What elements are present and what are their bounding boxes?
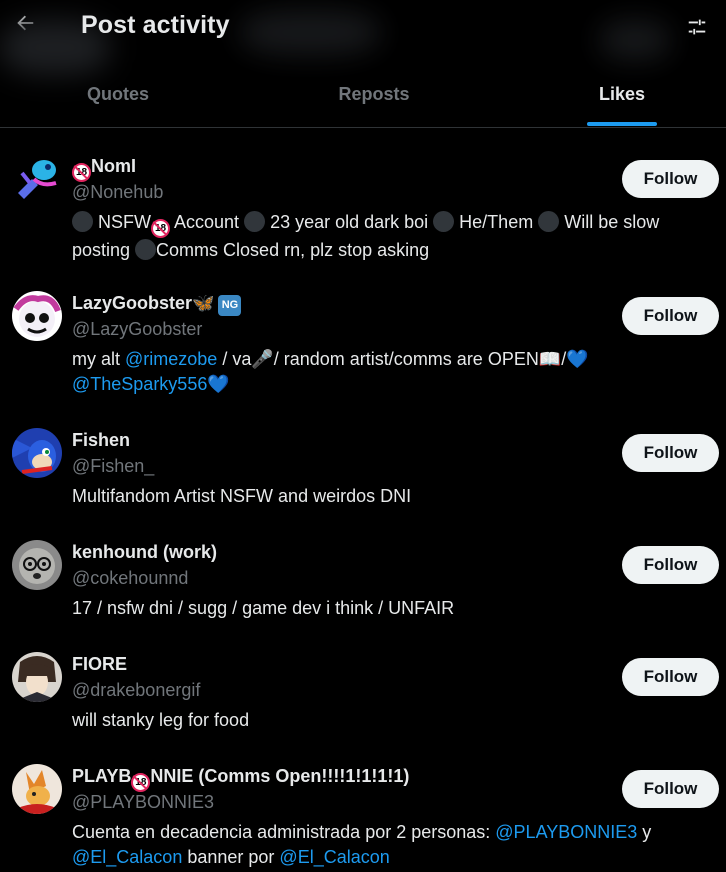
avatar[interactable] — [12, 428, 62, 478]
top-bar: Post activity — [0, 0, 726, 75]
mention-link[interactable]: @TheSparky556 — [72, 374, 207, 394]
blue-heart-icon: 💙 — [566, 349, 589, 369]
blurred-background — [240, 10, 380, 55]
user-handle[interactable]: @Nonehub — [72, 182, 163, 203]
ng-badge-icon: NG — [218, 295, 242, 316]
user-bio: 17 / nsfw dni / sugg / game dev i think … — [72, 598, 455, 618]
active-tab-indicator — [587, 122, 657, 126]
user-bio: NSFW 18 Account 23 year old dark boi He/T… — [72, 211, 660, 260]
user-handle[interactable]: @LazyGoobster — [72, 319, 202, 340]
user-cell[interactable]: FIORE @drakebonergif Follow will stanky … — [0, 626, 726, 738]
user-handle[interactable]: @drakebonergif — [72, 680, 200, 701]
blurred-background — [600, 20, 670, 60]
user-bio: will stanky leg for food — [72, 710, 250, 730]
black-circle-icon — [433, 211, 455, 232]
follow-button[interactable]: Follow — [622, 160, 719, 198]
mention-link[interactable]: @rimezobe — [125, 349, 217, 369]
tab-label: Likes — [598, 84, 646, 104]
black-circle-icon — [244, 211, 266, 232]
user-display-name[interactable]: PLAYB 18 NNIE (Comms Open!!!!1!1!1!1) — [72, 766, 409, 792]
tab-bar: Quotes Reposts Likes — [0, 62, 726, 128]
follow-button[interactable]: Follow — [622, 434, 719, 472]
18-prohibited-icon: 18 — [151, 219, 170, 238]
tab-label: Quotes — [86, 84, 149, 104]
follow-button[interactable]: Follow — [622, 770, 719, 808]
black-circle-icon — [72, 211, 93, 232]
avatar[interactable] — [12, 540, 62, 590]
sliders-icon — [686, 16, 708, 43]
tab-likes[interactable]: Likes — [512, 62, 726, 127]
open-book-icon: 📖 — [538, 349, 562, 369]
user-handle[interactable]: @Fishen_ — [72, 456, 154, 477]
user-cell[interactable]: 18 NomI @Nonehub Follow NSFW 18 Account 23… — [0, 128, 726, 265]
settings-button[interactable] — [680, 12, 714, 46]
avatar[interactable] — [12, 291, 62, 341]
user-bio: Cuenta en decadencia administrada por 2 … — [72, 822, 652, 867]
18-prohibited-icon: 18 — [72, 163, 91, 182]
tab-label: Reposts — [338, 84, 410, 104]
microphone-icon: 🎤 — [251, 349, 274, 369]
black-circle-icon — [135, 239, 157, 260]
user-bio: Multifandom Artist NSFW and weirdos DNI — [72, 486, 412, 506]
avatar[interactable] — [12, 153, 62, 203]
user-display-name[interactable]: FIORE — [72, 654, 127, 675]
user-cell[interactable]: kenhound (work) @cokehounnd Follow 17 / … — [0, 514, 726, 626]
18-prohibited-icon: 18 — [131, 773, 151, 792]
mention-link[interactable]: @El_Calacon — [72, 847, 182, 867]
butterfly-emoji-icon: 🦋 — [192, 293, 215, 313]
user-bio: my alt @rimezobe / va🎤/ random artist/co… — [72, 349, 589, 394]
tab-reposts[interactable]: Reposts — [254, 62, 494, 127]
user-cell[interactable]: PLAYB 18 NNIE (Comms Open!!!!1!1!1!1) @PLA… — [0, 738, 726, 872]
user-cell[interactable]: Fishen @Fishen_ Follow Multifandom Artis… — [0, 402, 726, 514]
user-cell[interactable]: LazyGoobster🦋 NG @LazyGoobster Follow my … — [0, 265, 726, 402]
avatar[interactable] — [12, 764, 62, 814]
user-display-name[interactable]: kenhound (work) — [72, 542, 217, 563]
follow-button[interactable]: Follow — [622, 297, 719, 335]
user-display-name[interactable]: LazyGoobster🦋 NG — [72, 293, 242, 316]
blue-heart-icon: 💙 — [207, 374, 230, 394]
tab-quotes[interactable]: Quotes — [0, 62, 236, 127]
user-handle[interactable]: @PLAYBONNIE3 — [72, 792, 214, 813]
mention-link[interactable]: @PLAYBONNIE3 — [495, 822, 637, 842]
user-handle[interactable]: @cokehounnd — [72, 568, 188, 589]
follow-button[interactable]: Follow — [622, 658, 719, 696]
avatar[interactable] — [12, 652, 62, 702]
user-display-name[interactable]: 18 NomI — [72, 156, 136, 182]
black-circle-icon — [538, 211, 560, 232]
follow-button[interactable]: Follow — [622, 546, 719, 584]
page-title: Post activity — [81, 11, 230, 39]
user-display-name[interactable]: Fishen — [72, 430, 130, 451]
mention-link[interactable]: @El_Calacon — [279, 847, 389, 867]
